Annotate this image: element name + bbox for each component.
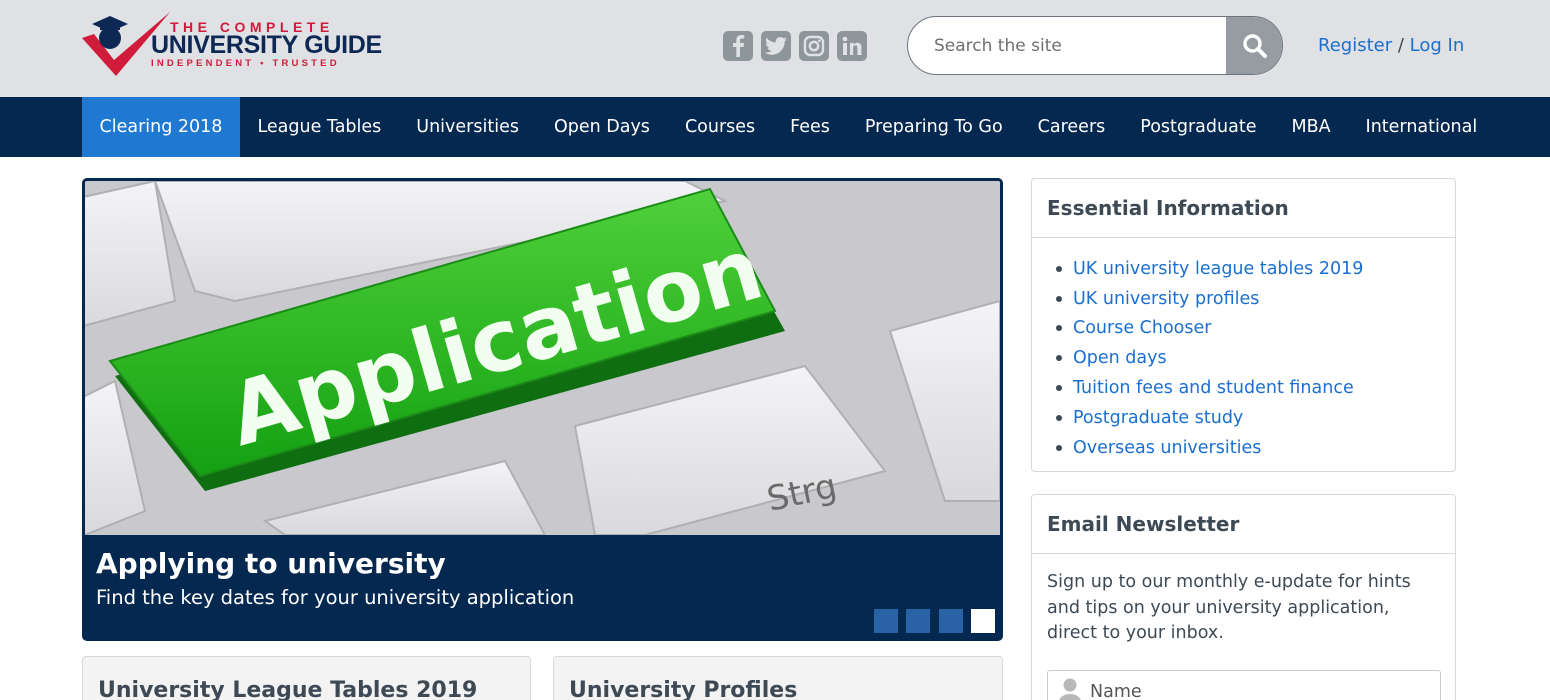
site-search	[907, 16, 1283, 75]
nav-item-universities[interactable]: Universities	[399, 97, 537, 157]
link-postgraduate-study[interactable]: Postgraduate study	[1073, 408, 1243, 428]
newsletter-description: Sign up to our monthly e-update for hint…	[1047, 572, 1411, 643]
list-item: UK university league tables 2019	[1056, 254, 1455, 284]
email-newsletter-title: Email Newsletter	[1032, 495, 1455, 554]
university-profiles-card-title: University Profiles	[569, 678, 798, 700]
nav-item-preparing-to-go[interactable]: Preparing To Go	[847, 97, 1020, 157]
search-button[interactable]	[1226, 17, 1282, 74]
university-profiles-card[interactable]: University Profiles	[553, 656, 1003, 700]
carousel-indicator-2[interactable]	[906, 609, 930, 633]
list-item: UK university profiles	[1056, 284, 1455, 314]
link-league-tables-2019[interactable]: UK university league tables 2019	[1073, 259, 1363, 279]
carousel-indicator-3[interactable]	[939, 609, 963, 633]
list-item: Course Chooser	[1056, 314, 1455, 344]
league-tables-card[interactable]: University League Tables 2019	[82, 656, 531, 700]
carousel-indicator-1[interactable]	[874, 609, 898, 633]
essential-information-list: UK university league tables 2019 UK univ…	[1032, 238, 1455, 463]
slide-image: Application Strg	[85, 181, 1000, 535]
slide-subtitle: Find the key dates for your university a…	[96, 586, 575, 609]
search-icon	[1243, 33, 1267, 58]
list-item: Overseas universities	[1056, 433, 1455, 463]
keyboard-image: Application Strg	[85, 181, 1000, 535]
facebook-icon[interactable]	[723, 31, 753, 61]
nav-item-postgraduate[interactable]: Postgraduate	[1123, 97, 1274, 157]
slide-caption: Applying to university Find the key date…	[85, 535, 1000, 638]
nav-item-mba[interactable]: MBA	[1274, 97, 1348, 157]
twitter-icon[interactable]	[761, 31, 791, 61]
auth-links: Register / Log In	[1318, 35, 1464, 56]
main-nav-list: Clearing 2018 League Tables Universities…	[82, 97, 1495, 157]
email-newsletter-panel: Email Newsletter Sign up to our monthly …	[1031, 494, 1456, 700]
auth-separator: /	[1397, 35, 1404, 56]
instagram-icon[interactable]	[799, 31, 829, 61]
carousel-indicator-4[interactable]	[971, 609, 995, 633]
login-link[interactable]: Log In	[1410, 35, 1465, 56]
slide-title[interactable]: Applying to university	[96, 547, 446, 580]
nav-item-open-days[interactable]: Open Days	[536, 97, 667, 157]
nav-item-careers[interactable]: Careers	[1020, 97, 1123, 157]
essential-information-panel: Essential Information UK university leag…	[1031, 178, 1456, 472]
list-item: Open days	[1056, 343, 1455, 373]
list-item: Tuition fees and student finance	[1056, 373, 1455, 403]
nav-item-courses[interactable]: Courses	[667, 97, 772, 157]
site-logo[interactable]: THE COMPLETE UNIVERSITY GUIDE INDEPENDEN…	[82, 10, 382, 80]
search-input[interactable]	[908, 17, 1226, 74]
nav-item-clearing-2018[interactable]: Clearing 2018	[82, 97, 240, 157]
link-course-chooser[interactable]: Course Chooser	[1073, 318, 1211, 338]
logo-text-line3: INDEPENDENT • TRUSTED	[151, 58, 340, 69]
main-nav: Clearing 2018 League Tables Universities…	[0, 97, 1550, 157]
hero-carousel[interactable]: Application Strg Applying to university …	[82, 178, 1003, 641]
logo-text-line2: UNIVERSITY GUIDE	[151, 31, 382, 59]
link-open-days[interactable]: Open days	[1073, 348, 1167, 368]
linkedin-icon[interactable]	[837, 31, 867, 61]
nav-item-league-tables[interactable]: League Tables	[240, 97, 399, 157]
nav-item-international[interactable]: International	[1348, 97, 1495, 157]
register-link[interactable]: Register	[1318, 35, 1392, 56]
nav-item-fees[interactable]: Fees	[773, 97, 848, 157]
link-university-profiles[interactable]: UK university profiles	[1073, 289, 1259, 309]
user-icon	[1059, 678, 1081, 700]
link-tuition-fees[interactable]: Tuition fees and student finance	[1073, 378, 1354, 398]
link-overseas-universities[interactable]: Overseas universities	[1073, 438, 1261, 458]
league-tables-card-title: University League Tables 2019	[98, 678, 478, 700]
name-field-wrapper	[1047, 670, 1441, 700]
list-item: Postgraduate study	[1056, 403, 1455, 433]
name-input[interactable]	[1090, 677, 1430, 700]
essential-information-title: Essential Information	[1032, 179, 1455, 238]
site-header: THE COMPLETE UNIVERSITY GUIDE INDEPENDEN…	[0, 0, 1550, 97]
